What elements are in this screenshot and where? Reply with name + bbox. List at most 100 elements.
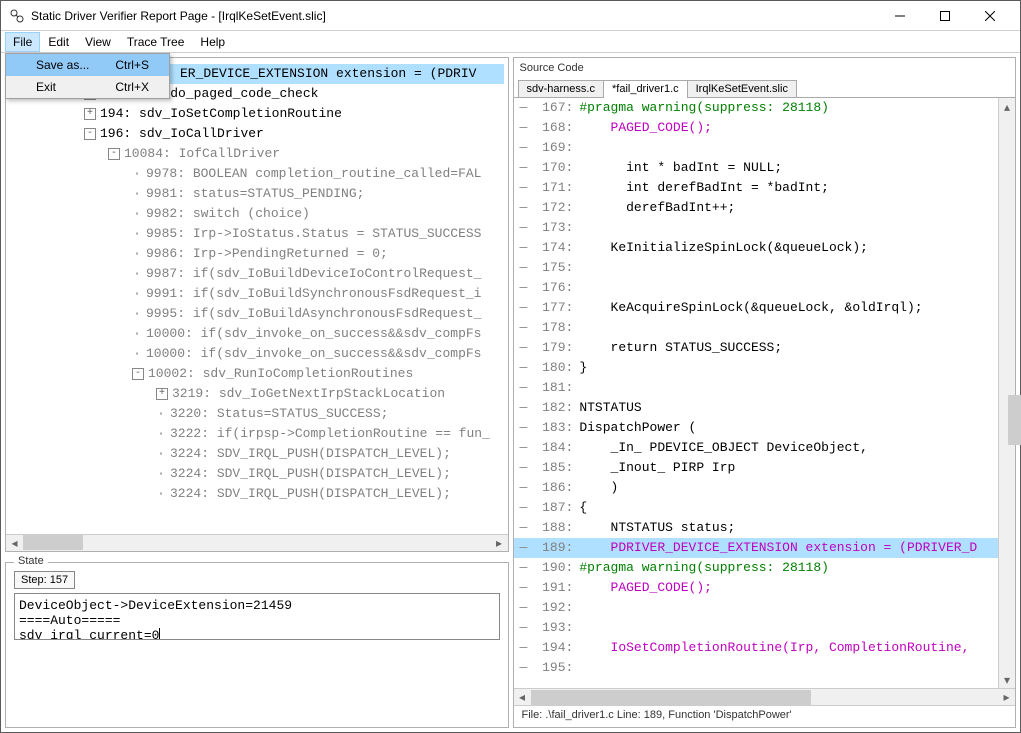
source-line[interactable]: —188: NTSTATUS status; <box>514 518 999 538</box>
tab-sdv-harness[interactable]: sdv-harness.c <box>518 80 604 97</box>
tree-toggle-icon[interactable]: - <box>108 148 120 160</box>
source-hscrollbar[interactable]: ◂ ▸ <box>514 688 1016 705</box>
source-line[interactable]: —169: <box>514 138 999 158</box>
source-line[interactable]: —178: <box>514 318 999 338</box>
trace-line[interactable]: ·9987: if(sdv_IoBuildDeviceIoControlRequ… <box>10 264 504 284</box>
trace-line[interactable]: -10002: sdv_RunIoCompletionRoutines <box>10 364 504 384</box>
source-line[interactable]: —175: <box>514 258 999 278</box>
source-line[interactable]: —186: ) <box>514 478 999 498</box>
tree-leaf-icon: · <box>132 304 142 324</box>
scroll-left-icon[interactable]: ◂ <box>6 534 23 551</box>
source-line[interactable]: —168: PAGED_CODE(); <box>514 118 999 138</box>
trace-line[interactable]: ·10000: if(sdv_invoke_on_success&&sdv_co… <box>10 344 504 364</box>
source-panel: Source Code sdv-harness.c *fail_driver1.… <box>513 57 1017 728</box>
tree-toggle-icon[interactable]: - <box>132 368 144 380</box>
tree-leaf-icon: · <box>132 344 142 364</box>
gutter-dash-icon: — <box>520 618 528 638</box>
source-line[interactable]: —172: derefBadInt++; <box>514 198 999 218</box>
trace-line[interactable]: ·3220: Status=STATUS_SUCCESS; <box>10 404 504 424</box>
source-line[interactable]: —176: <box>514 278 999 298</box>
trace-hscrollbar[interactable]: ◂ ▸ <box>6 534 508 551</box>
menu-edit[interactable]: Edit <box>40 32 77 52</box>
trace-line[interactable]: ·3224: SDV_IRQL_PUSH(DISPATCH_LEVEL); <box>10 464 504 484</box>
gutter-dash-icon: — <box>520 458 528 478</box>
tree-toggle-icon[interactable]: + <box>156 388 168 400</box>
gutter-dash-icon: — <box>520 438 528 458</box>
gutter-dash-icon: — <box>520 298 528 318</box>
source-line[interactable]: —170: int * badInt = NULL; <box>514 158 999 178</box>
tree-leaf-icon: · <box>132 224 142 244</box>
tree-leaf-icon: · <box>132 164 142 184</box>
state-step[interactable]: Step: 157 <box>14 571 75 589</box>
gutter-dash-icon: — <box>520 538 528 558</box>
trace-line[interactable]: ·9995: if(sdv_IoBuildAsynchronousFsdRequ… <box>10 304 504 324</box>
trace-line[interactable]: ·10000: if(sdv_invoke_on_success&&sdv_co… <box>10 324 504 344</box>
trace-line[interactable]: ·9978: BOOLEAN completion_routine_called… <box>10 164 504 184</box>
gutter-dash-icon: — <box>520 178 528 198</box>
trace-line[interactable]: -196: sdv_IoCallDriver <box>10 124 504 144</box>
source-line[interactable]: —184: _In_ PDEVICE_OBJECT DeviceObject, <box>514 438 999 458</box>
file-dropdown: Save as... Ctrl+S Exit Ctrl+X <box>5 53 170 99</box>
gutter-dash-icon: — <box>520 658 528 678</box>
source-line[interactable]: —180:} <box>514 358 999 378</box>
source-line[interactable]: —191: PAGED_CODE(); <box>514 578 999 598</box>
source-line[interactable]: —190:#pragma warning(suppress: 28118) <box>514 558 999 578</box>
scroll-right-icon[interactable]: ▸ <box>998 689 1015 706</box>
source-line[interactable]: —187:{ <box>514 498 999 518</box>
trace-line[interactable]: ·9982: switch (choice) <box>10 204 504 224</box>
trace-tree[interactable]: ER_DEVICE_EXTENSION extension = (PDRIV+1… <box>6 58 508 534</box>
close-button[interactable] <box>967 1 1012 30</box>
source-line[interactable]: —179: return STATUS_SUCCESS; <box>514 338 999 358</box>
source-line[interactable]: —182:NTSTATUS <box>514 398 999 418</box>
tree-toggle-icon[interactable]: + <box>84 108 96 120</box>
tree-leaf-icon: · <box>132 244 142 264</box>
source-line[interactable]: —167:#pragma warning(suppress: 28118) <box>514 98 999 118</box>
gutter-dash-icon: — <box>520 138 528 158</box>
trace-line[interactable]: ·9981: status=STATUS_PENDING; <box>10 184 504 204</box>
trace-line[interactable]: ·3222: if(irpsp->CompletionRoutine == fu… <box>10 424 504 444</box>
scroll-left-icon[interactable]: ◂ <box>514 689 531 706</box>
trace-line[interactable]: +3219: sdv_IoGetNextIrpStackLocation <box>10 384 504 404</box>
tree-toggle-icon[interactable]: - <box>84 128 96 140</box>
source-line[interactable]: —185: _Inout_ PIRP Irp <box>514 458 999 478</box>
app-window: Static Driver Verifier Report Page - [Ir… <box>0 0 1021 733</box>
source-tabs: sdv-harness.c *fail_driver1.c IrqlKeSetE… <box>514 76 1016 98</box>
trace-line[interactable]: ·9991: if(sdv_IoBuildSynchronousFsdReque… <box>10 284 504 304</box>
source-line[interactable]: —192: <box>514 598 999 618</box>
tab-irqlkesetevent[interactable]: IrqlKeSetEvent.slic <box>687 80 797 97</box>
maximize-button[interactable] <box>922 1 967 30</box>
trace-line[interactable]: ·3224: SDV_IRQL_PUSH(DISPATCH_LEVEL); <box>10 444 504 464</box>
scroll-up-icon[interactable]: ▴ <box>999 98 1016 115</box>
menu-help[interactable]: Help <box>192 32 233 52</box>
trace-line[interactable]: ·3224: SDV_IRQL_PUSH(DISPATCH_LEVEL); <box>10 484 504 504</box>
source-line[interactable]: —193: <box>514 618 999 638</box>
tab-fail-driver1[interactable]: *fail_driver1.c <box>603 80 688 97</box>
source-code-view[interactable]: —167:#pragma warning(suppress: 28118)—16… <box>514 98 999 688</box>
minimize-button[interactable] <box>877 1 922 30</box>
trace-line[interactable]: ·9985: Irp->IoStatus.Status = STATUS_SUC… <box>10 224 504 244</box>
source-line[interactable]: —194: IoSetCompletionRoutine(Irp, Comple… <box>514 638 999 658</box>
source-line[interactable]: —181: <box>514 378 999 398</box>
menu-view[interactable]: View <box>77 32 119 52</box>
state-text[interactable]: DeviceObject->DeviceExtension=21459 ====… <box>14 593 500 640</box>
menu-save-as[interactable]: Save as... Ctrl+S <box>6 54 169 76</box>
source-vscrollbar[interactable]: ▴ ▾ <box>998 98 1015 688</box>
gutter-dash-icon: — <box>520 638 528 658</box>
source-line[interactable]: —177: KeAcquireSpinLock(&queueLock, &old… <box>514 298 999 318</box>
menu-file[interactable]: File <box>5 32 40 52</box>
source-line[interactable]: —174: KeInitializeSpinLock(&queueLock); <box>514 238 999 258</box>
source-line[interactable]: —195: <box>514 658 999 678</box>
menu-trace-tree[interactable]: Trace Tree <box>119 32 193 52</box>
scroll-down-icon[interactable]: ▾ <box>999 671 1016 688</box>
source-line[interactable]: —171: int derefBadInt = *badInt; <box>514 178 999 198</box>
scroll-right-icon[interactable]: ▸ <box>491 534 508 551</box>
menu-exit[interactable]: Exit Ctrl+X <box>6 76 169 98</box>
gutter-dash-icon: — <box>520 398 528 418</box>
source-line[interactable]: —189: PDRIVER_DEVICE_EXTENSION extension… <box>514 538 999 558</box>
trace-line[interactable]: ·9986: Irp->PendingReturned = 0; <box>10 244 504 264</box>
source-line[interactable]: —183:DispatchPower ( <box>514 418 999 438</box>
source-line[interactable]: —173: <box>514 218 999 238</box>
trace-line[interactable]: +194: sdv_IoSetCompletionRoutine <box>10 104 504 124</box>
trace-line[interactable]: -10084: IofCallDriver <box>10 144 504 164</box>
titlebar[interactable]: Static Driver Verifier Report Page - [Ir… <box>1 1 1020 31</box>
